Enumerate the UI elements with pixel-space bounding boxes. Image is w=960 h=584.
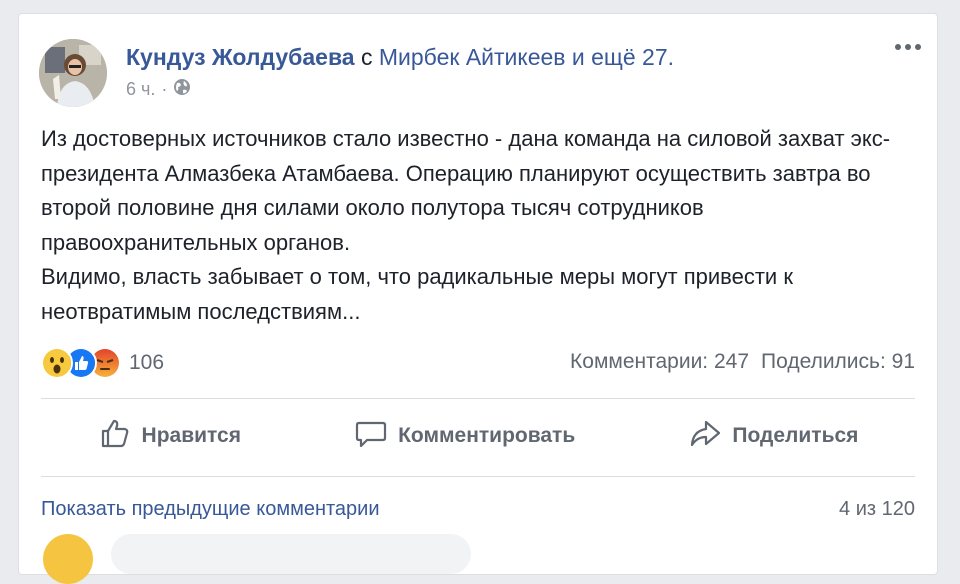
- reaction-count[interactable]: 106: [129, 351, 164, 375]
- shares-count-link[interactable]: Поделились: 91: [761, 350, 915, 374]
- like-button[interactable]: Нравится: [98, 416, 241, 456]
- comment-bubble: [111, 534, 471, 574]
- wow-reaction-icon: [41, 347, 73, 379]
- tagged-people[interactable]: Мирбек Айтикеев и ещё 27.: [379, 44, 674, 70]
- post-text: Из достоверных источников стало известно…: [41, 122, 921, 329]
- post-stats: Комментарии: 247 Поделились: 91: [570, 350, 915, 374]
- post-card: Кундуз Жолдубаева с Мирбек Айтикеев и ещ…: [18, 13, 938, 584]
- thumbs-up-icon: [98, 416, 132, 456]
- reactions-summary[interactable]: 106: [41, 347, 164, 379]
- post-actions: Нравится Комментировать Поделиться: [41, 414, 915, 458]
- show-previous-comments-link[interactable]: Показать предыдущие комментарии: [41, 498, 380, 521]
- more-options-icon[interactable]: [895, 44, 921, 50]
- comments-count-link[interactable]: Комментарии: 247: [570, 350, 749, 374]
- meta-separator: ·: [161, 79, 168, 99]
- commenter-avatar[interactable]: [43, 534, 93, 584]
- author-name[interactable]: Кундуз Жолдубаева: [126, 44, 355, 70]
- post-paragraph: Видимо, власть забывает о том, что радик…: [41, 264, 793, 324]
- comments-page-count: 4 из 120: [839, 498, 915, 520]
- comment-label: Комментировать: [398, 424, 576, 447]
- with-text: с: [354, 44, 379, 70]
- divider: [41, 476, 915, 477]
- post-meta: 6 ч. ·: [126, 78, 191, 101]
- comment-icon: [354, 416, 388, 456]
- author-avatar[interactable]: [39, 39, 107, 107]
- globe-icon[interactable]: [173, 78, 191, 101]
- share-icon: [688, 416, 722, 456]
- like-label: Нравится: [141, 424, 241, 447]
- share-label: Поделиться: [732, 424, 859, 447]
- divider: [41, 398, 915, 399]
- post-time[interactable]: 6 ч.: [126, 79, 155, 100]
- post-paragraph: Из достоверных источников стало известно…: [41, 126, 891, 255]
- comments-bar: Показать предыдущие комментарии 4 из 120: [41, 498, 915, 521]
- post-header: Кундуз Жолдубаева с Мирбек Айтикеев и ещ…: [126, 42, 674, 72]
- comment-button[interactable]: Комментировать: [354, 416, 575, 456]
- share-button[interactable]: Поделиться: [688, 416, 858, 456]
